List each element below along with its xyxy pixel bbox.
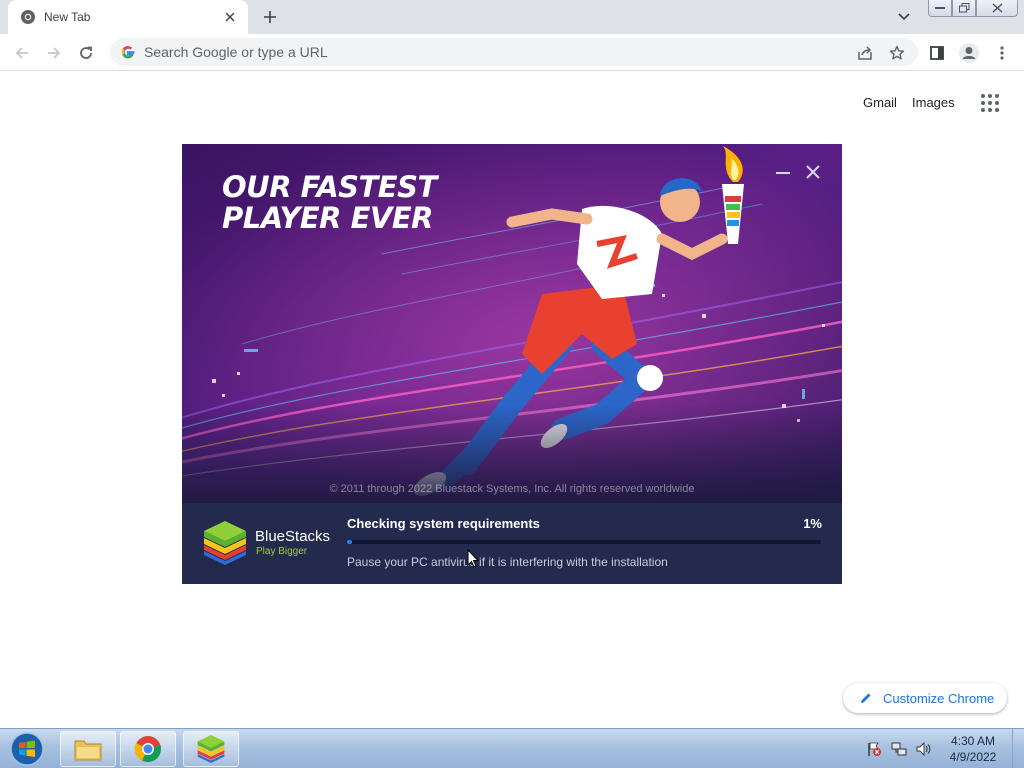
action-center-flag-icon[interactable] bbox=[866, 741, 882, 757]
copyright-text: © 2011 through 2022 Bluestack Systems, I… bbox=[329, 483, 695, 495]
bookmark-star-icon[interactable] bbox=[888, 44, 906, 62]
show-desktop-button[interactable] bbox=[1012, 729, 1024, 768]
headline-line-2: PLAYER EVER bbox=[222, 201, 433, 235]
network-icon[interactable] bbox=[891, 741, 907, 757]
bluestacks-logo-icon bbox=[204, 521, 246, 565]
chrome-menu-icon[interactable] bbox=[989, 40, 1015, 66]
browser-toolbar bbox=[0, 34, 1024, 71]
bluestacks-app-icon bbox=[197, 735, 225, 763]
minimize-button[interactable] bbox=[928, 0, 952, 17]
system-clock[interactable]: 4:30 AM 4/9/2022 bbox=[940, 733, 1006, 765]
installer-headline: OUR FASTEST PLAYER EVER bbox=[222, 172, 437, 234]
volume-icon[interactable] bbox=[915, 741, 931, 757]
tab-new-tab[interactable]: New Tab bbox=[8, 0, 248, 34]
taskbar-google-chrome[interactable] bbox=[120, 731, 176, 767]
clock-time: 4:30 AM bbox=[950, 734, 996, 748]
google-apps-grid-icon[interactable] bbox=[978, 91, 1002, 115]
installer-banner: OUR FASTEST PLAYER EVER © 2011 through 2… bbox=[182, 144, 842, 503]
chrome-app-icon bbox=[134, 736, 161, 762]
bluestacks-brand-name: BlueStacks bbox=[255, 528, 331, 545]
installer-footer: BlueStacks Play Bigger Checking system r… bbox=[182, 503, 842, 584]
side-panel-icon[interactable] bbox=[924, 40, 950, 66]
pencil-icon bbox=[859, 691, 873, 705]
reload-button[interactable] bbox=[73, 40, 99, 66]
restore-button[interactable] bbox=[952, 0, 976, 17]
bluestacks-installer-window: OUR FASTEST PLAYER EVER © 2011 through 2… bbox=[182, 144, 842, 584]
installer-close-icon[interactable] bbox=[803, 162, 823, 182]
taskbar-file-explorer[interactable] bbox=[60, 731, 116, 767]
forward-button[interactable] bbox=[41, 40, 67, 66]
clock-date: 4/9/2022 bbox=[949, 750, 997, 764]
new-tab-button[interactable] bbox=[258, 5, 282, 29]
install-progress-fill bbox=[347, 540, 352, 544]
tab-title: New Tab bbox=[44, 10, 91, 24]
start-button[interactable] bbox=[5, 731, 49, 767]
share-icon[interactable] bbox=[856, 44, 874, 62]
close-tab-icon[interactable] bbox=[222, 9, 238, 25]
taskbar-bluestacks[interactable] bbox=[183, 731, 239, 767]
customize-chrome-button[interactable]: Customize Chrome bbox=[843, 683, 1007, 713]
tab-search-chevron-icon[interactable] bbox=[893, 6, 915, 28]
images-link[interactable]: Images bbox=[912, 95, 955, 110]
customize-chrome-label: Customize Chrome bbox=[883, 690, 995, 706]
install-status-text: Checking system requirements bbox=[347, 516, 540, 531]
headline-line-1: OUR FASTEST bbox=[222, 170, 437, 204]
bluestacks-tagline: Play Bigger bbox=[256, 546, 308, 557]
google-g-icon bbox=[120, 44, 136, 60]
antivirus-hint-text: Pause your PC antivirus if it is interfe… bbox=[347, 555, 668, 569]
windows-taskbar: 4:30 AM 4/9/2022 bbox=[0, 728, 1024, 768]
windows-logo-icon bbox=[10, 732, 44, 766]
profile-avatar[interactable] bbox=[956, 40, 982, 66]
mouse-cursor-icon bbox=[467, 549, 479, 568]
install-progress-bar bbox=[347, 540, 821, 544]
omnibox[interactable] bbox=[110, 38, 918, 66]
tab-strip: New Tab bbox=[0, 0, 1024, 34]
window-close-button[interactable] bbox=[976, 0, 1018, 17]
installer-minimize-button[interactable] bbox=[774, 164, 792, 182]
omnibox-input[interactable] bbox=[144, 44, 824, 60]
install-percent: 1% bbox=[803, 516, 822, 531]
folder-icon bbox=[74, 740, 102, 761]
window-controls bbox=[928, 0, 1018, 17]
chrome-icon bbox=[20, 9, 36, 25]
gmail-link[interactable]: Gmail bbox=[863, 95, 897, 110]
back-button[interactable] bbox=[9, 40, 35, 66]
